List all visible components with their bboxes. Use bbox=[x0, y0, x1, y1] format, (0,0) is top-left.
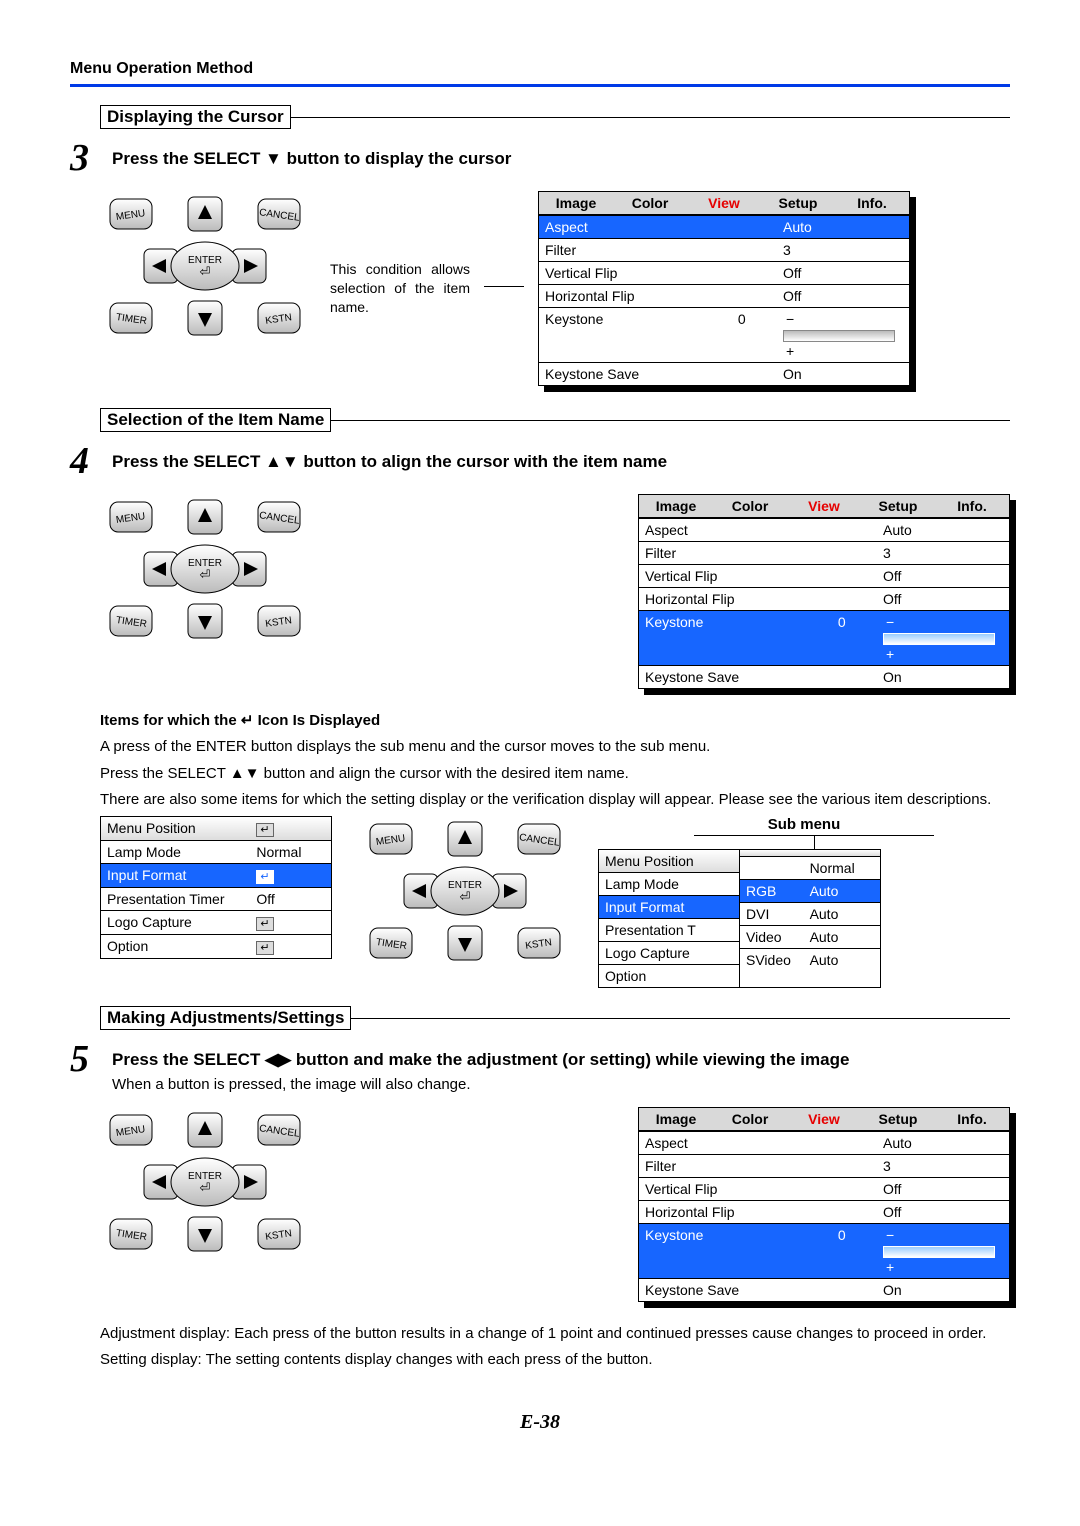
step-number: 4 bbox=[70, 442, 112, 480]
tab-setup: Setup bbox=[861, 495, 935, 518]
tab-info: Info. bbox=[935, 495, 1009, 518]
step-text: Press the SELECT ▼ button to display the… bbox=[112, 149, 511, 169]
section-header: Menu Operation Method bbox=[70, 60, 1010, 78]
step-sub: When a button is pressed, the image will… bbox=[112, 1076, 849, 1093]
step-number: 3 bbox=[70, 139, 112, 177]
setup-menu-right: Menu Position Lamp Mode Input Format Pre… bbox=[598, 849, 739, 988]
osd-menu: Image Color View Setup Info. AspectAuto … bbox=[638, 1107, 1010, 1302]
osd-menu: Image Color View Setup Info. AspectAuto … bbox=[538, 191, 910, 386]
svg-text:⏎: ⏎ bbox=[200, 264, 211, 279]
step-number: 5 bbox=[70, 1040, 112, 1078]
section-title: Displaying the Cursor bbox=[100, 105, 291, 129]
adjustment-note: Adjustment display: Each press of the bu… bbox=[100, 1324, 1010, 1344]
row-keystone: Keystone bbox=[539, 308, 707, 362]
header-rule bbox=[70, 84, 1010, 87]
step-text: Press the SELECT ▲▼ button to align the … bbox=[112, 452, 667, 472]
remote-diagram: MENU CANCEL TIMER KSTN ENTER ⏎ bbox=[100, 1107, 310, 1261]
svg-text:⏎: ⏎ bbox=[460, 889, 471, 904]
tab-image: Image bbox=[539, 192, 613, 215]
svg-text:⏎: ⏎ bbox=[200, 1180, 211, 1195]
section-rule bbox=[291, 117, 1010, 118]
enter-icon: ↵ bbox=[256, 870, 273, 884]
tab-image: Image bbox=[639, 1108, 713, 1131]
page-number: E-38 bbox=[70, 1411, 1010, 1434]
leader-line bbox=[484, 286, 524, 287]
condition-note: This condition allows selection of the i… bbox=[330, 260, 470, 317]
icon-note-line: There are also some items for which the … bbox=[100, 790, 1010, 810]
row-aspect: Aspect bbox=[539, 216, 707, 238]
tab-view: View bbox=[787, 495, 861, 518]
icon-note-line: Press the SELECT ▲▼ button and align the… bbox=[100, 764, 1010, 784]
tab-setup: Setup bbox=[761, 192, 835, 215]
step-text: Press the SELECT ◀▶ button and make the … bbox=[112, 1050, 849, 1070]
section-title-row: Making Adjustments/Settings bbox=[100, 1006, 1010, 1030]
row-ksave: Keystone Save bbox=[539, 363, 707, 385]
section-title-row: Selection of the Item Name bbox=[100, 408, 1010, 432]
tab-color: Color bbox=[713, 1108, 787, 1131]
section-title: Making Adjustments/Settings bbox=[100, 1006, 351, 1030]
enter-icon: ↵ bbox=[256, 917, 273, 931]
tab-image: Image bbox=[639, 495, 713, 518]
section-title: Selection of the Item Name bbox=[100, 408, 331, 432]
enter-icon: ↵ bbox=[256, 823, 273, 837]
enter-icon: ↵ bbox=[256, 941, 273, 955]
tab-info: Info. bbox=[835, 192, 909, 215]
remote-diagram: MENU CANCEL TIMER KSTN ENTER ⏎ bbox=[360, 816, 570, 970]
row-filter: Filter bbox=[539, 239, 707, 261]
section-title-row: Displaying the Cursor bbox=[100, 105, 1010, 129]
submenu-label: Sub menu bbox=[598, 816, 1010, 833]
submenu: Normal RGBAuto DVIAuto VideoAuto SVideoA… bbox=[739, 849, 881, 988]
svg-text:⏎: ⏎ bbox=[200, 567, 211, 582]
setup-menu-left: Menu Position↵ Lamp ModeNormal Input For… bbox=[100, 816, 332, 959]
tab-setup: Setup bbox=[861, 1108, 935, 1131]
tab-color: Color bbox=[713, 495, 787, 518]
remote-diagram: MENU CANCEL TIMER KSTN ENTER ⏎ bbox=[100, 494, 310, 648]
icon-note-line: A press of the ENTER button displays the… bbox=[100, 737, 1010, 757]
row-hflip: Horizontal Flip bbox=[539, 285, 707, 307]
submenu-leader bbox=[694, 835, 914, 849]
icon-note-title: Items for which the ↵ Icon Is Displayed bbox=[100, 711, 1010, 731]
tab-view: View bbox=[687, 192, 761, 215]
tab-info: Info. bbox=[935, 1108, 1009, 1131]
osd-menu: Image Color View Setup Info. AspectAuto … bbox=[638, 494, 1010, 689]
row-vflip: Vertical Flip bbox=[539, 262, 707, 284]
tab-color: Color bbox=[613, 192, 687, 215]
remote-diagram: MENU CANCEL TIMER KSTN ENTER ⏎ bbox=[100, 191, 310, 345]
tab-view: View bbox=[787, 1108, 861, 1131]
setting-note: Setting display: The setting contents di… bbox=[100, 1350, 1010, 1370]
